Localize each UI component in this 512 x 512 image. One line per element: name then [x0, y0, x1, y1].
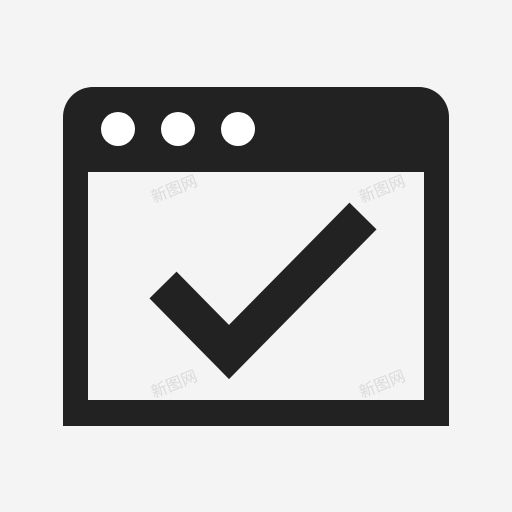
icon-canvas: 新图网 新图网 新图网 新图网 — [0, 0, 512, 512]
window-content-area — [88, 172, 424, 400]
window-dot-2 — [161, 112, 195, 146]
browser-window-check-icon: 新图网 新图网 新图网 新图网 — [63, 87, 449, 426]
window-dot-1 — [101, 112, 135, 146]
window-dot-3 — [221, 112, 255, 146]
